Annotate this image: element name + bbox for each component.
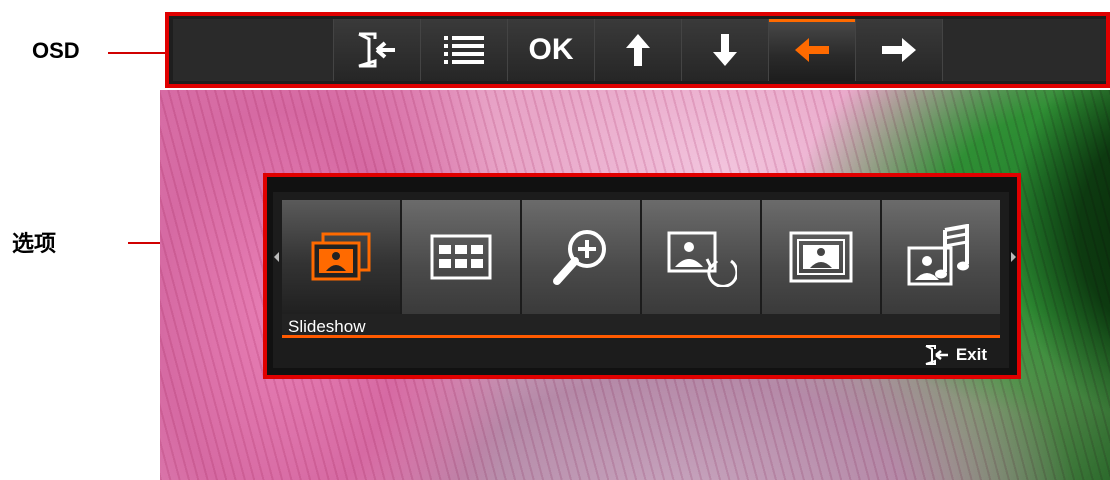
arrow-left-icon xyxy=(795,38,829,62)
option-frame[interactable] xyxy=(762,200,880,314)
osd-spacer xyxy=(173,19,334,81)
ok-label: OK xyxy=(528,33,574,66)
option-caption: Slideshow xyxy=(288,317,366,336)
options-row xyxy=(282,200,1002,314)
option-zoom[interactable] xyxy=(522,200,640,314)
osd-annotation-line xyxy=(108,52,168,54)
option-thumbnails[interactable] xyxy=(402,200,520,314)
osd-right-button[interactable] xyxy=(856,19,943,81)
osd-list-button[interactable] xyxy=(421,19,508,81)
scroll-left-arrow[interactable] xyxy=(274,252,279,262)
osd-left-button[interactable] xyxy=(769,19,856,81)
options-highlight-frame: Slideshow Exit xyxy=(263,173,1021,379)
arrow-down-icon xyxy=(713,34,737,66)
options-panel: Slideshow Exit xyxy=(273,192,1016,368)
osd-annotation-label: OSD xyxy=(32,38,80,63)
option-caption-bar: Slideshow xyxy=(282,314,1000,338)
options-annotation-label: 选项 xyxy=(12,232,57,257)
option-rotate[interactable] xyxy=(642,200,760,314)
exit-icon xyxy=(358,32,395,68)
photo-frame-icon xyxy=(789,231,853,283)
scroll-right-arrow[interactable] xyxy=(1011,252,1016,262)
slideshow-icon xyxy=(311,232,371,281)
rotate-image-icon xyxy=(667,231,737,287)
osd-ok-button[interactable]: OK xyxy=(508,19,595,81)
osd-up-button[interactable] xyxy=(595,19,682,81)
zoom-in-icon xyxy=(553,230,606,285)
exit-hint[interactable]: Exit xyxy=(924,344,987,366)
exit-label: Exit xyxy=(955,345,987,364)
osd-exit-button[interactable] xyxy=(334,19,421,81)
osd-highlight-frame: OK xyxy=(165,12,1110,88)
osd-toolbar: OK xyxy=(173,19,1106,81)
music-slideshow-icon xyxy=(907,224,969,286)
list-icon xyxy=(444,36,484,64)
exit-icon xyxy=(925,345,948,365)
thumbnail-grid-icon xyxy=(430,234,492,280)
arrow-up-icon xyxy=(626,34,650,66)
osd-down-button[interactable] xyxy=(682,19,769,81)
option-music[interactable] xyxy=(882,200,1000,314)
arrow-right-icon xyxy=(882,38,916,62)
option-slideshow[interactable] xyxy=(282,200,400,314)
